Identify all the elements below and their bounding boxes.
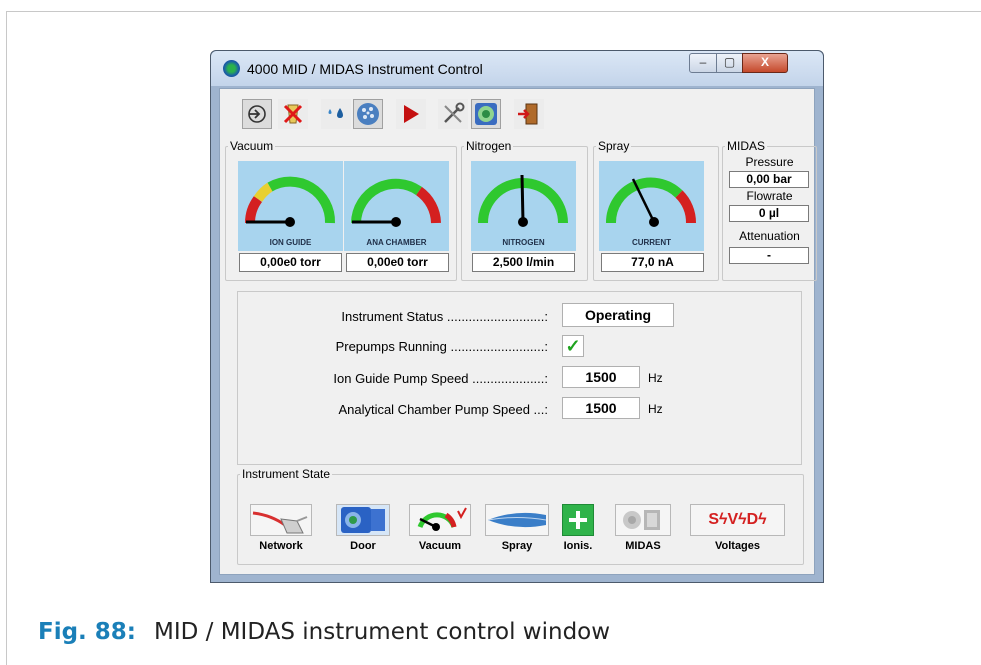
vacuum-title: Vacuum	[230, 139, 274, 153]
app-icon	[223, 60, 240, 77]
run-button[interactable]	[396, 99, 426, 129]
spray-state-button[interactable]	[485, 504, 549, 536]
vacuum-state-label: Vacuum	[418, 540, 462, 552]
window-title: 4000 MID / MIDAS Instrument Control	[247, 61, 483, 77]
instrument-status-label: Instrument Status ......................…	[341, 309, 548, 324]
connect-button[interactable]	[242, 99, 272, 129]
door-label: Door	[350, 540, 376, 552]
tools-button[interactable]	[438, 99, 468, 129]
drops-icon	[328, 108, 343, 118]
ionisation-state-button[interactable]	[562, 504, 594, 536]
nitrogen-gauge: NITROGEN	[471, 161, 576, 251]
analytical-speed-label: Analytical Chamber Pump Speed ...:	[338, 402, 548, 417]
play-icon	[404, 105, 419, 123]
pressure-label: Pressure	[745, 155, 794, 169]
prepumps-check-icon: ✓	[562, 335, 584, 357]
minimize-button[interactable]: ‒	[689, 53, 717, 73]
vacuum-state-button[interactable]	[409, 504, 471, 536]
spray-state-label: Spray	[501, 540, 533, 552]
vacuum-state-icon	[417, 507, 467, 531]
ion-guide-gauge: ION GUIDE	[238, 161, 343, 251]
instrument-status-value: Operating	[562, 303, 674, 327]
instrument-control-window: 4000 MID / MIDAS Instrument Control ‒ ▢ …	[210, 50, 824, 583]
analytical-speed-unit: Hz	[648, 402, 663, 416]
exit-icon	[518, 103, 538, 125]
prepumps-label: Prepumps Running .......................…	[335, 339, 548, 354]
figure-number: Fig. 88:	[38, 619, 137, 645]
connect-icon	[248, 105, 266, 123]
midas-icon	[475, 103, 497, 125]
spray-current-label: CURRENT	[631, 238, 672, 247]
midas-button[interactable]	[471, 99, 501, 129]
ionisation-label: Ionis.	[563, 540, 593, 552]
disconnect-icon	[283, 104, 303, 124]
tools-icon	[444, 102, 465, 123]
close-button[interactable]: X	[742, 53, 788, 73]
exit-button[interactable]	[514, 99, 544, 129]
ion-guide-speed-field[interactable]: 1500	[562, 366, 640, 388]
flowrate-label: Flowrate	[746, 189, 793, 203]
ion-guide-speed-unit: Hz	[648, 371, 663, 385]
flowrate-value: 0 µl	[729, 205, 809, 222]
instrument-state-items: Network Door Vacuum Spray Ionis. MIDAS S…	[237, 474, 802, 564]
network-state-button[interactable]	[250, 504, 312, 536]
nitrogen-title: Nitrogen	[466, 139, 512, 153]
analytical-speed-field[interactable]: 1500	[562, 397, 640, 419]
ana-chamber-label: ANA CHAMBER	[366, 238, 427, 247]
spray-current-gauge: CURRENT	[599, 161, 704, 251]
spray-current-value: 77,0 nA	[601, 253, 704, 272]
figure-caption-text: MID / MIDAS instrument control window	[154, 619, 611, 645]
midas-fields: Pressure 0,00 bar Flowrate 0 µl Attenuat…	[722, 147, 817, 287]
voltages-label: Voltages	[714, 540, 761, 552]
pressure-value: 0,00 bar	[729, 171, 809, 188]
attenuation-label: Attenuation	[739, 229, 800, 243]
spray-icon	[357, 103, 379, 125]
midas-state-icon	[623, 510, 660, 530]
spray-state-icon	[487, 512, 547, 528]
door-icon	[341, 507, 385, 533]
ana-chamber-gauge: ANA CHAMBER	[344, 161, 449, 251]
ion-guide-speed-label: Ion Guide Pump Speed ...................…	[333, 371, 548, 386]
ion-guide-label: ION GUIDE	[269, 238, 312, 247]
ion-guide-value: 0,00e0 torr	[239, 253, 342, 272]
voltages-state-button[interactable]: SϟVϟDϟ	[690, 504, 785, 536]
midas-state-button[interactable]	[615, 504, 671, 536]
disconnect-button[interactable]	[278, 99, 308, 129]
ana-chamber-value: 0,00e0 torr	[346, 253, 449, 272]
midas-state-label: MIDAS	[625, 540, 661, 552]
status-panel: Instrument Status ......................…	[237, 291, 802, 465]
plus-icon	[569, 511, 587, 529]
window-client: Vacuum ION GUIDE 0,00e0 torr ANA CHAMBER…	[219, 88, 817, 575]
nitrogen-label: NITROGEN	[502, 238, 545, 247]
door-state-button[interactable]	[336, 504, 390, 536]
figure-caption: Fig. 88: MID / MIDAS instrument control w…	[38, 619, 610, 645]
network-label: Network	[259, 540, 303, 552]
maximize-button[interactable]: ▢	[716, 53, 743, 73]
network-icon	[252, 511, 308, 534]
attenuation-value: -	[729, 247, 809, 264]
spray-title: Spray	[598, 139, 630, 153]
drops-button[interactable]	[321, 99, 351, 129]
title-bar: 4000 MID / MIDAS Instrument Control ‒ ▢ …	[211, 51, 823, 86]
nitrogen-value: 2,500 l/min	[472, 253, 575, 272]
spray-button[interactable]	[353, 99, 383, 129]
